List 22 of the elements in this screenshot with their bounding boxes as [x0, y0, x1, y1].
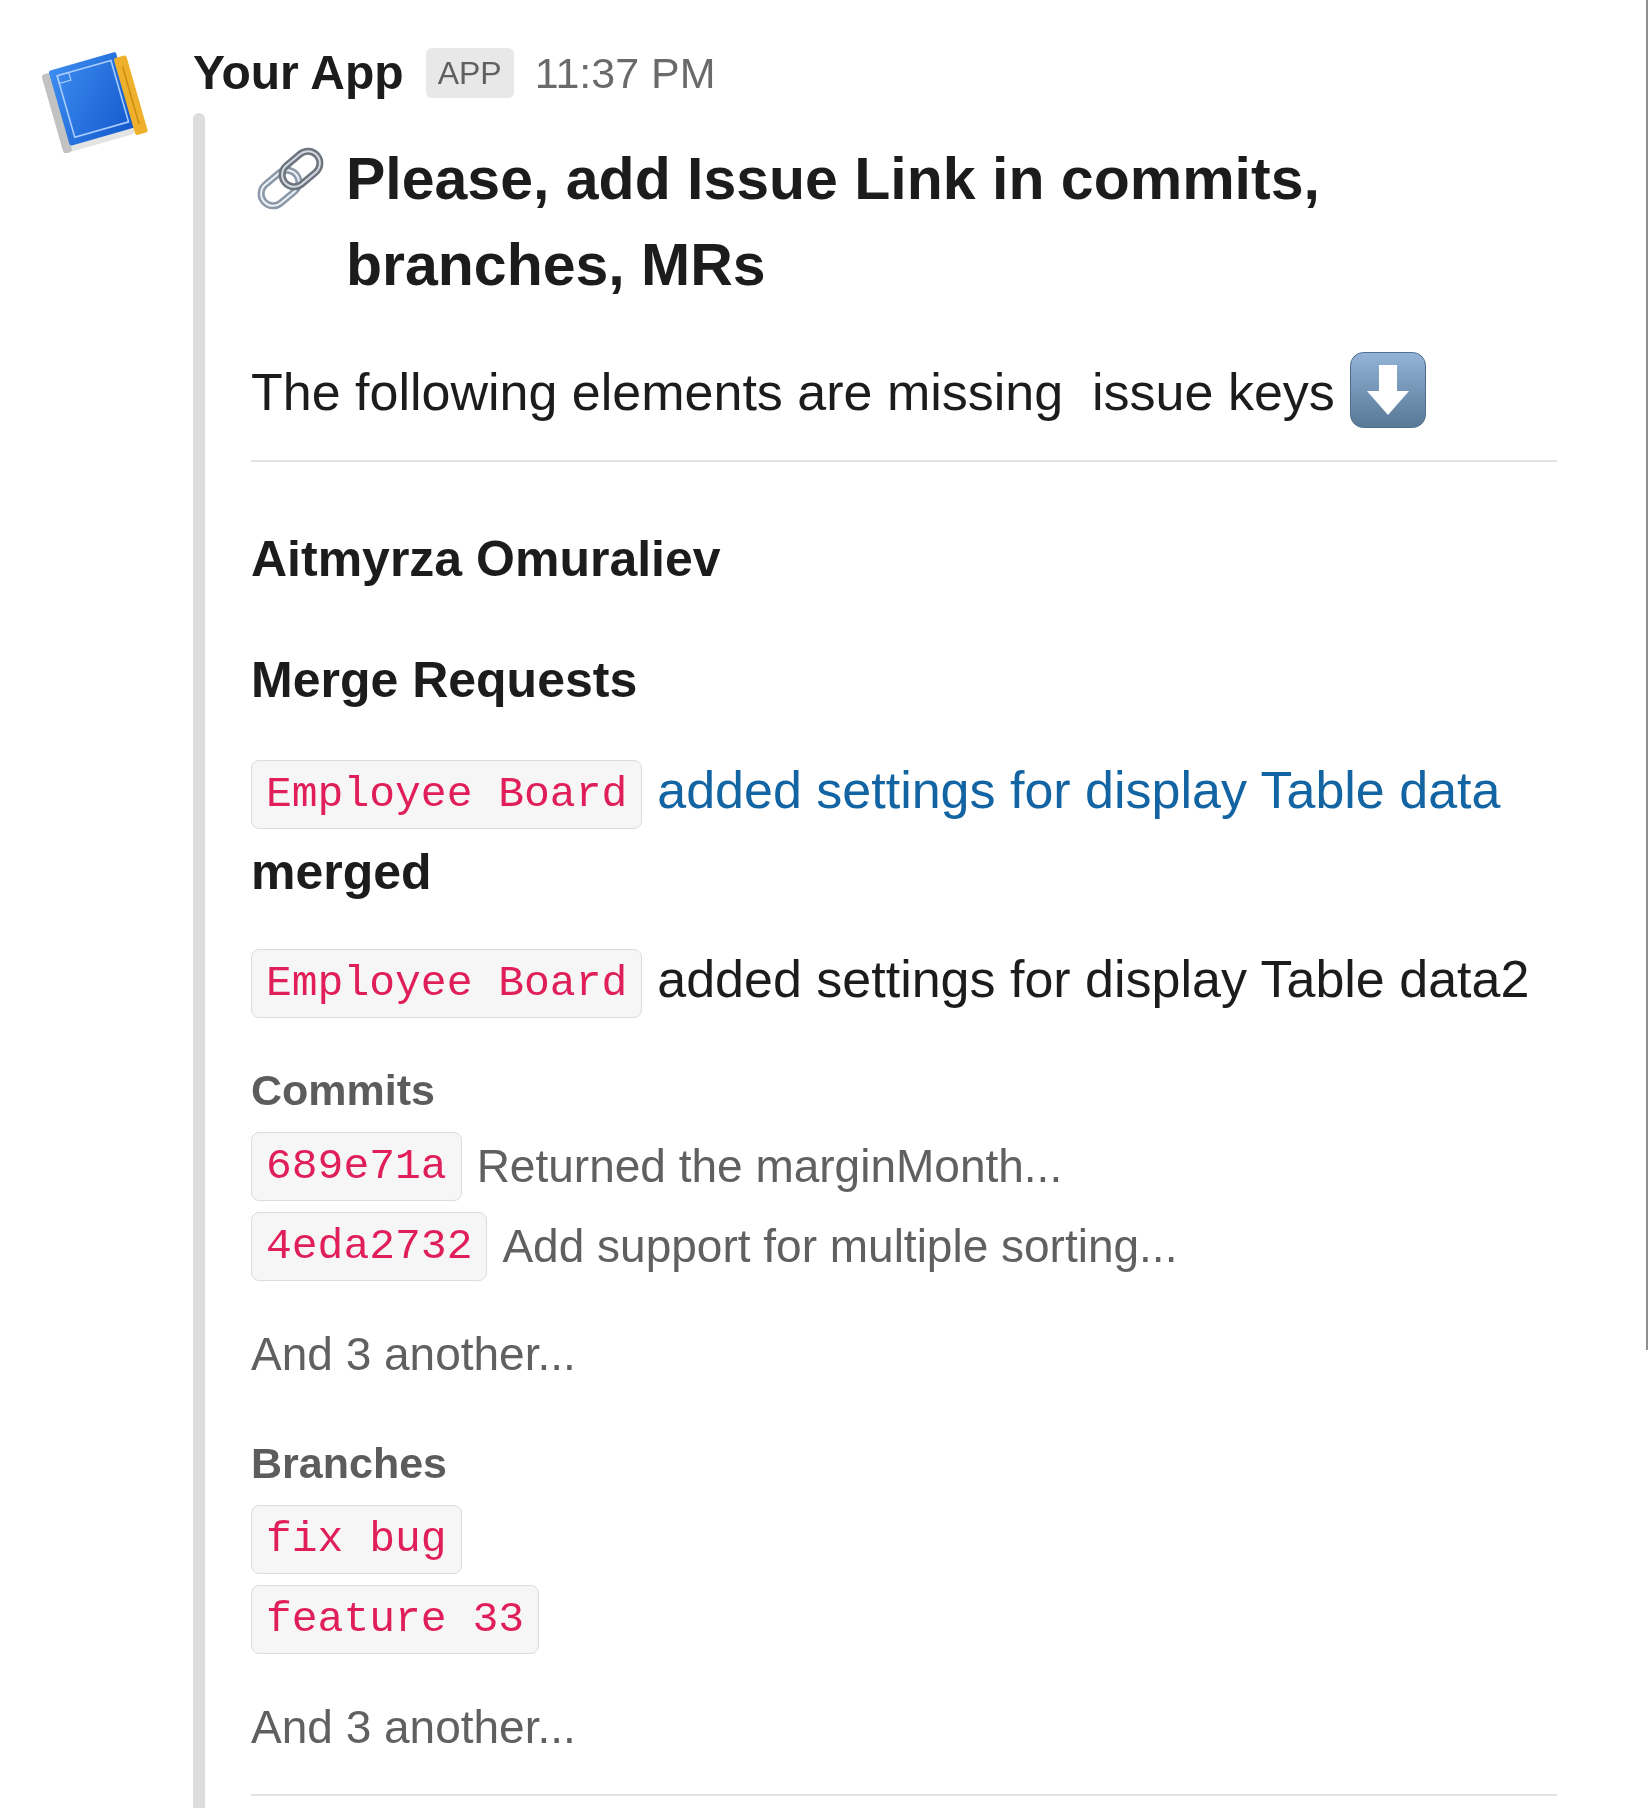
section-heading: Branches [251, 1438, 448, 1489]
commit-hash: 4eda2732 [251, 1211, 488, 1281]
branch-name: fix bug [251, 1504, 462, 1574]
project-name: Employee Board [251, 948, 643, 1018]
intro-text: The following elements are missing issue keys [251, 363, 1335, 421]
more-count-text: And 3 another... [251, 1327, 577, 1382]
section-heading: Merge Requests [251, 651, 639, 710]
merge-status: merged [251, 844, 432, 900]
commit-message: Add support for multiple sorting... [502, 1219, 1178, 1273]
timestamp: 11:37 PM [534, 48, 716, 99]
merge-request-link[interactable]: added settings for display Table data [657, 761, 1501, 819]
commit-message: Returned the marginMonth... [476, 1139, 1063, 1193]
branch-name: feature 33 [251, 1584, 540, 1654]
more-count-text: And 3 another... [251, 1700, 577, 1755]
attachment-title: Please, add Issue Link in commits, branches, MRs [346, 145, 1321, 300]
app-label: APP [425, 48, 514, 98]
author-name: Aitmyrza Omuraliev [251, 530, 722, 589]
section-heading: Commits [251, 1065, 436, 1116]
sender-name: Your App [193, 45, 404, 101]
project-name: Employee Board [251, 759, 643, 829]
merge-request-title: added settings for display Table data2 [657, 950, 1530, 1008]
commit-hash: 689e71a [251, 1131, 462, 1201]
